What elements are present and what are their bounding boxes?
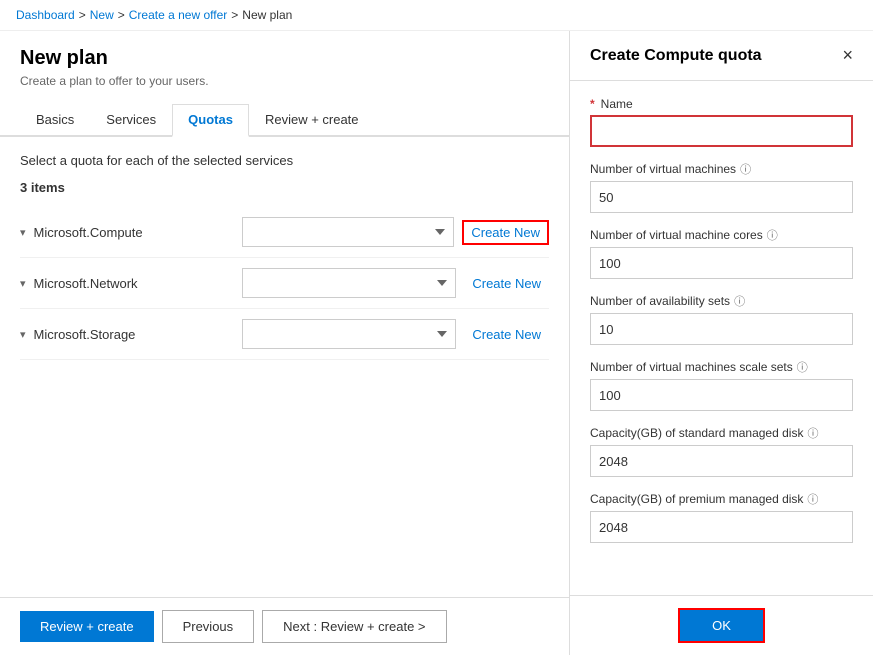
modal-body: * Name Number of virtual machines ⓘ Numb… — [570, 81, 873, 595]
field-premium-disk-label: Capacity(GB) of premium managed disk ⓘ — [590, 491, 853, 507]
field-name-label: * Name — [590, 97, 853, 111]
service-select-compute[interactable] — [242, 217, 455, 247]
chevron-icon-storage[interactable]: ▾ — [20, 328, 26, 341]
field-vm-cores-label: Number of virtual machine cores ⓘ — [590, 227, 853, 243]
footer: Review + create Previous Next : Review +… — [0, 597, 569, 655]
modal-footer: OK — [570, 595, 873, 655]
service-name-compute: Microsoft.Compute — [34, 225, 234, 240]
service-name-storage: Microsoft.Storage — [34, 327, 234, 342]
info-icon-vms: ⓘ — [740, 161, 751, 177]
close-button[interactable]: × — [842, 45, 853, 66]
ok-button[interactable]: OK — [678, 608, 765, 643]
service-row-storage: ▾ Microsoft.Storage Create New — [20, 309, 549, 360]
service-name-network: Microsoft.Network — [34, 276, 234, 291]
field-vm-cores: Number of virtual machine cores ⓘ — [590, 227, 853, 279]
info-icon-premium-disk: ⓘ — [807, 491, 818, 507]
info-icon-standard-disk: ⓘ — [807, 425, 818, 441]
field-vm-scale-sets: Number of virtual machines scale sets ⓘ — [590, 359, 853, 411]
standard-disk-input[interactable] — [590, 445, 853, 477]
field-premium-disk: Capacity(GB) of premium managed disk ⓘ — [590, 491, 853, 543]
previous-button[interactable]: Previous — [162, 610, 255, 643]
breadcrumb-create-offer[interactable]: Create a new offer — [129, 8, 228, 22]
create-new-storage-button[interactable]: Create New — [464, 323, 549, 346]
modal-title: Create Compute quota — [590, 47, 762, 65]
service-select-network[interactable] — [242, 268, 457, 298]
chevron-icon-network[interactable]: ▾ — [20, 277, 26, 290]
service-row-network: ▾ Microsoft.Network Create New — [20, 258, 549, 309]
tab-services[interactable]: Services — [90, 104, 172, 137]
field-vms: Number of virtual machines ⓘ — [590, 161, 853, 213]
tab-review-create[interactable]: Review + create — [249, 104, 375, 137]
info-icon-vm-scale-sets: ⓘ — [797, 359, 808, 375]
next-button[interactable]: Next : Review + create > — [262, 610, 446, 643]
field-standard-disk-label: Capacity(GB) of standard managed disk ⓘ — [590, 425, 853, 441]
field-standard-disk: Capacity(GB) of standard managed disk ⓘ — [590, 425, 853, 477]
tab-quotas[interactable]: Quotas — [172, 104, 249, 137]
chevron-icon-compute[interactable]: ▾ — [20, 226, 26, 239]
create-new-compute-button[interactable]: Create New — [462, 220, 549, 245]
vm-scale-sets-input[interactable] — [590, 379, 853, 411]
field-name: * Name — [590, 97, 853, 147]
vms-input[interactable] — [590, 181, 853, 213]
breadcrumb: Dashboard > New > Create a new offer > N… — [0, 0, 873, 31]
breadcrumb-new[interactable]: New — [90, 8, 114, 22]
field-vm-scale-sets-label: Number of virtual machines scale sets ⓘ — [590, 359, 853, 375]
field-availability-sets: Number of availability sets ⓘ — [590, 293, 853, 345]
premium-disk-input[interactable] — [590, 511, 853, 543]
section-instruction: Select a quota for each of the selected … — [20, 153, 549, 168]
info-icon-availability-sets: ⓘ — [734, 293, 745, 309]
field-vms-label: Number of virtual machines ⓘ — [590, 161, 853, 177]
tab-basics[interactable]: Basics — [20, 104, 90, 137]
tab-bar: Basics Services Quotas Review + create — [0, 104, 569, 137]
page-title: New plan — [20, 47, 549, 70]
breadcrumb-dashboard[interactable]: Dashboard — [16, 8, 75, 22]
field-availability-sets-label: Number of availability sets ⓘ — [590, 293, 853, 309]
review-create-button[interactable]: Review + create — [20, 611, 154, 642]
items-count: 3 items — [20, 180, 549, 195]
service-select-storage[interactable] — [242, 319, 457, 349]
service-row-compute: ▾ Microsoft.Compute Create New — [20, 207, 549, 258]
breadcrumb-current: New plan — [242, 8, 292, 22]
name-input[interactable] — [590, 115, 853, 147]
info-icon-vm-cores: ⓘ — [767, 227, 778, 243]
vm-cores-input[interactable] — [590, 247, 853, 279]
page-subtitle: Create a plan to offer to your users. — [20, 74, 549, 88]
create-new-network-button[interactable]: Create New — [464, 272, 549, 295]
availability-sets-input[interactable] — [590, 313, 853, 345]
modal-header: Create Compute quota × — [570, 31, 873, 81]
